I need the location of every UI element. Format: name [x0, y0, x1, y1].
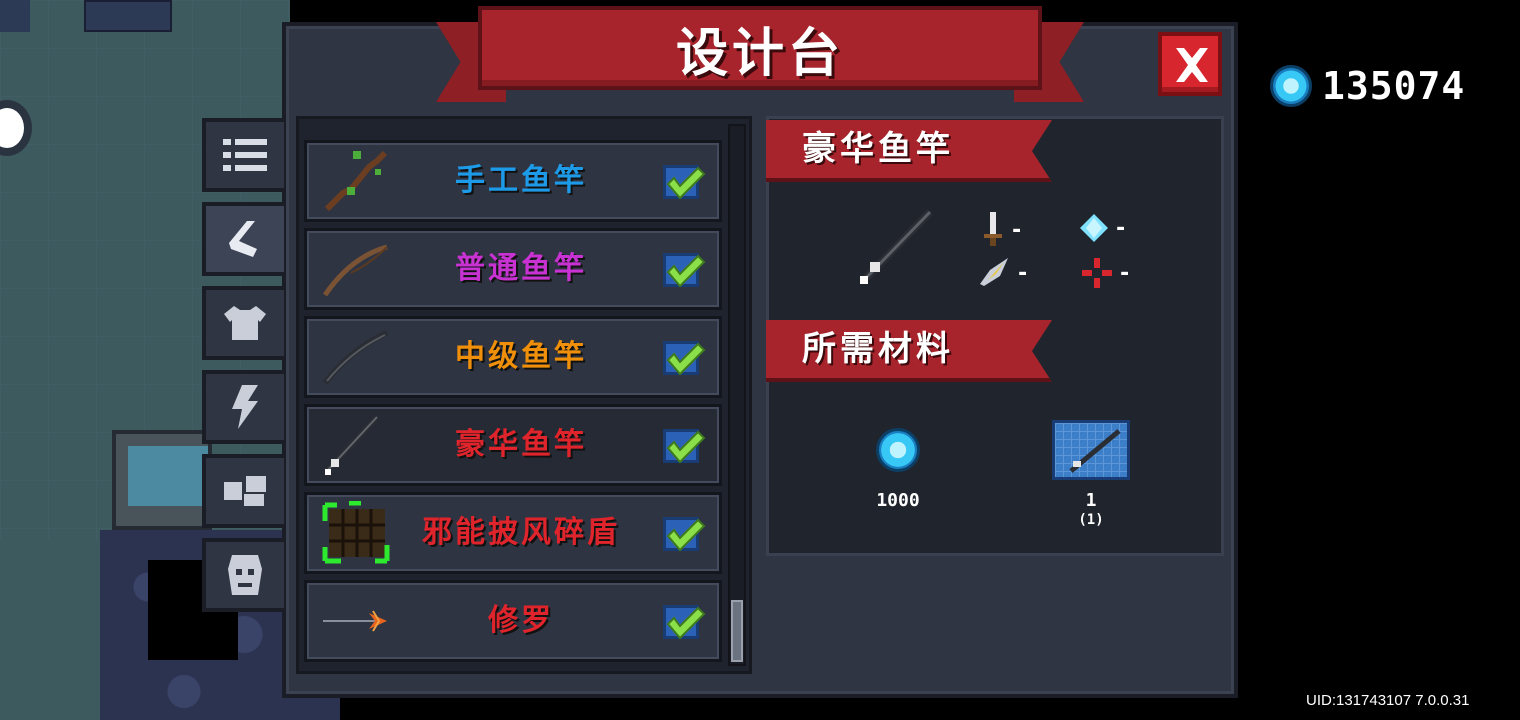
monitor-prop [112, 430, 212, 530]
weapon-icon [229, 221, 257, 257]
luxury-rod-icon [321, 413, 391, 477]
stat-energy: - [1080, 214, 1127, 242]
checkmark-icon [666, 254, 706, 288]
scrollbar-thumb[interactable] [731, 600, 743, 662]
title-ribbon: 设计台 [478, 6, 1042, 90]
page-title: 设计台 [675, 22, 844, 84]
tab-skills[interactable] [202, 370, 284, 444]
item-label: 手工鱼竿 [455, 163, 587, 198]
crosshair-icon [1082, 258, 1112, 288]
stat-accuracy: - [1082, 258, 1131, 288]
stat-damage: - [982, 212, 1023, 248]
list-item[interactable]: 豪华鱼竿 [304, 404, 722, 486]
lightning-icon [232, 385, 258, 429]
list-icon [223, 139, 267, 171]
item-label: 普通鱼竿 [455, 251, 587, 286]
list-item[interactable]: 普通鱼竿 [304, 228, 722, 310]
materials-title: 所需材料 [802, 329, 954, 369]
item-checkbox[interactable] [663, 341, 706, 376]
gem-counter: 135074 [1270, 62, 1465, 110]
item-label: 豪华鱼竿 [455, 427, 587, 462]
tab-pets[interactable] [202, 454, 284, 528]
stat-crit: - [978, 258, 1029, 288]
wall-decoration [0, 0, 30, 32]
item-checkbox[interactable] [663, 517, 706, 552]
tab-weapons[interactable] [202, 202, 284, 276]
list-scrollbar[interactable] [728, 124, 746, 666]
mask-icon [228, 555, 262, 595]
handmade-rod-icon [321, 149, 391, 213]
crystal-icon [1080, 214, 1108, 242]
asura-spear-icon [321, 589, 391, 653]
uid-version-label: UID:131743107 7.0.0.31 [1306, 692, 1470, 709]
checkmark-icon [666, 518, 706, 552]
checkmark-icon [666, 606, 706, 640]
luxury-rod-large-icon [860, 209, 933, 284]
material-gem-amount: 1000 [876, 490, 920, 511]
selected-item-name: 豪华鱼竿 [802, 129, 954, 169]
checkmark-icon [666, 342, 706, 376]
gem-icon [1270, 65, 1312, 107]
armor-icon [224, 306, 266, 340]
gem-count: 135074 [1322, 64, 1466, 108]
tab-list[interactable] [202, 118, 284, 192]
stat-energy-value: - [1114, 215, 1128, 241]
gem-icon [876, 428, 920, 472]
luxury-rod-blueprint-icon [1069, 429, 1121, 473]
material-blueprint-amount: 1 [1085, 490, 1097, 511]
item-checkbox[interactable] [663, 605, 706, 640]
sword-icon [984, 212, 1002, 246]
tab-characters[interactable] [202, 538, 284, 612]
item-name-banner: 豪华鱼竿 [766, 120, 1052, 182]
stat-crit-value: - [1016, 260, 1030, 286]
stat-accuracy-value: - [1118, 260, 1132, 286]
list-item[interactable]: 手工鱼竿 [304, 140, 722, 222]
item-label: 邪能披风碎盾 [422, 515, 620, 550]
checkmark-icon [666, 166, 706, 200]
wall-decoration [84, 0, 172, 32]
stat-damage-value: - [1010, 217, 1024, 243]
list-item[interactable]: 邪能披风碎盾 [304, 492, 722, 574]
materials-banner: 所需材料 [766, 320, 1052, 382]
item-checkbox[interactable] [663, 429, 706, 464]
feather-icon [980, 258, 1008, 286]
fel-shield-icon [321, 500, 391, 565]
item-checkbox[interactable] [663, 253, 706, 288]
close-button[interactable] [1158, 32, 1222, 96]
material-blueprint-owned: (1) [1078, 512, 1104, 528]
blueprint-icon[interactable] [1052, 420, 1130, 480]
pet-icon [224, 476, 266, 506]
normal-rod-icon [321, 237, 391, 301]
checkmark-icon [666, 430, 706, 464]
intermediate-rod-icon [321, 325, 391, 389]
list-item[interactable]: 修罗 [304, 580, 722, 662]
list-item[interactable]: 中级鱼竿 [304, 316, 722, 398]
item-checkbox[interactable] [663, 165, 706, 200]
tab-armor[interactable] [202, 286, 284, 360]
item-label: 中级鱼竿 [455, 339, 587, 374]
item-label: 修罗 [488, 603, 554, 638]
close-icon [1176, 48, 1208, 82]
